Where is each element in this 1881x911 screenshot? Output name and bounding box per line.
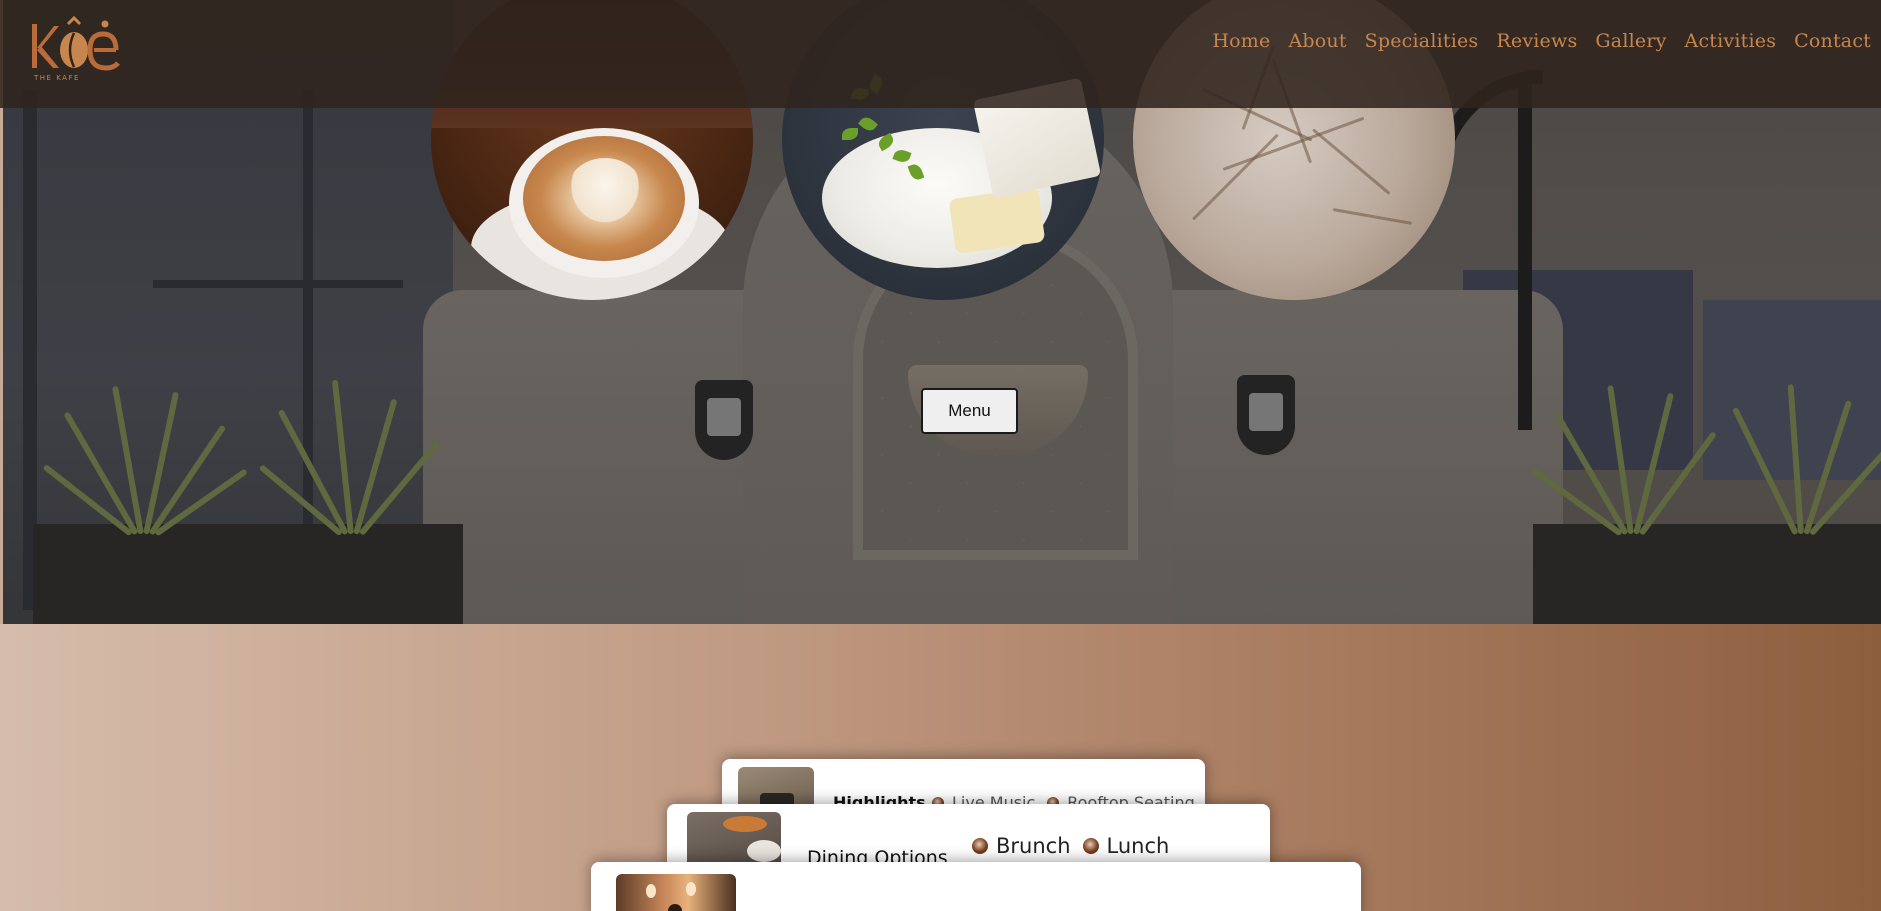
coffee-bean-icon	[972, 838, 988, 854]
logo-icon: THE KAFE	[32, 15, 120, 82]
menu-button[interactable]: Menu	[921, 388, 1018, 434]
nav-about[interactable]: About	[1288, 30, 1346, 52]
svg-text:THE KAFE: THE KAFE	[33, 74, 80, 82]
nav-home[interactable]: Home	[1212, 30, 1270, 52]
ambience-card[interactable]	[591, 862, 1361, 911]
main-nav: Home About Specialities Reviews Gallery …	[1212, 30, 1871, 52]
nav-gallery[interactable]: Gallery	[1595, 30, 1666, 52]
latte-art	[566, 158, 644, 228]
site-header: THE KAFE	[0, 0, 1881, 108]
coffee-bean-icon	[1082, 838, 1099, 854]
nav-specialities[interactable]: Specialities	[1365, 30, 1479, 52]
tag-lunch: Lunch	[1082, 834, 1169, 858]
ambience-thumbnail	[616, 874, 736, 911]
brand-logo[interactable]: THE KAFE	[28, 14, 144, 84]
nav-activities[interactable]: Activities	[1685, 30, 1777, 52]
nav-reviews[interactable]: Reviews	[1496, 30, 1577, 52]
nav-contact[interactable]: Contact	[1794, 30, 1871, 52]
tag-brunch: Brunch	[972, 834, 1071, 858]
card-tags: Brunch Lunch	[972, 834, 1169, 858]
